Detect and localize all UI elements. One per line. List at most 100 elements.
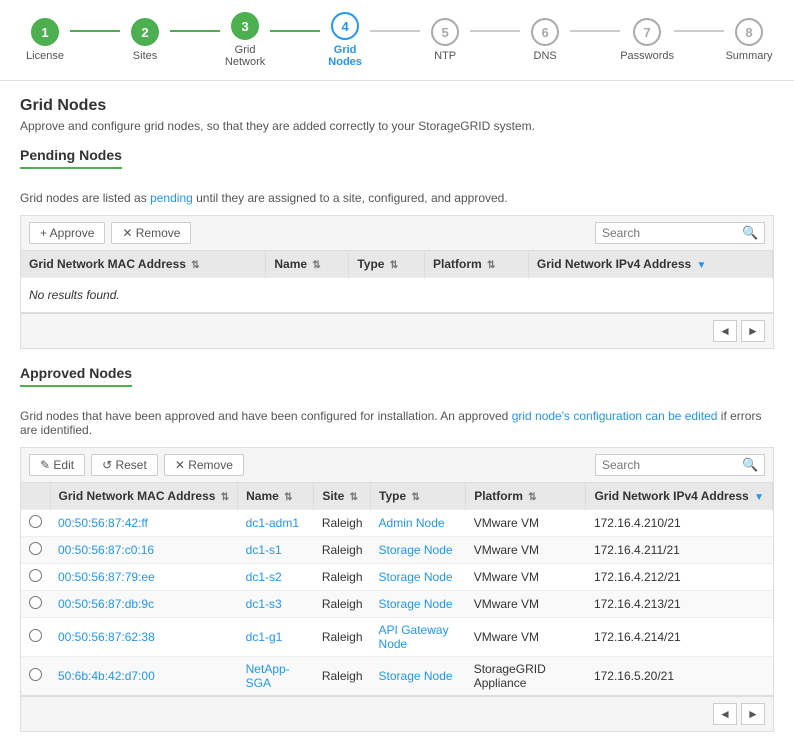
- pending-col-name[interactable]: Name ⇅: [266, 251, 349, 278]
- approved-table-row[interactable]: 00:50:56:87:c0:16 dc1-s1 Raleigh Storage…: [21, 537, 773, 564]
- row-mac-3: 00:50:56:87:db:9c: [50, 591, 238, 618]
- row-ipv4-0: 172.16.4.210/21: [586, 510, 773, 537]
- approved-toolbar-left: ✎ Edit ↺ Reset ✕ Remove: [29, 454, 244, 476]
- pending-col-ipv4[interactable]: Grid Network IPv4 Address ▼: [528, 251, 772, 278]
- pending-prev-btn[interactable]: ◄: [713, 320, 737, 342]
- row-site-2: Raleigh: [314, 564, 371, 591]
- pending-toolbar-left: + Approve ✕ Remove: [29, 222, 191, 244]
- row-type-4: API Gateway Node: [371, 618, 466, 657]
- pending-no-results: No results found.: [21, 278, 773, 313]
- row-type-1: Storage Node: [371, 537, 466, 564]
- approved-table-row[interactable]: 50:6b:4b:42:d7:00 NetApp-SGA Raleigh Sto…: [21, 657, 773, 696]
- step-4-circle: 4: [331, 12, 359, 40]
- pending-col-mac[interactable]: Grid Network MAC Address ⇅: [21, 251, 266, 278]
- connector-3-4: [270, 30, 320, 32]
- pending-search-box[interactable]: 🔍: [595, 222, 765, 244]
- row-ipv4-1: 172.16.4.211/21: [586, 537, 773, 564]
- approve-button[interactable]: + Approve: [29, 222, 105, 244]
- approved-table-header: Grid Network MAC Address ⇅ Name ⇅ Site ⇅…: [21, 483, 773, 510]
- step-2[interactable]: 2 Sites: [120, 18, 170, 62]
- approved-col-platform[interactable]: Platform ⇅: [466, 483, 586, 510]
- approved-table-wrapper: Grid Network MAC Address ⇅ Name ⇅ Site ⇅…: [20, 483, 774, 696]
- pending-info: Grid nodes are listed as pending until t…: [20, 191, 774, 205]
- pending-table-wrapper: Grid Network MAC Address ⇅ Name ⇅ Type ⇅…: [20, 251, 774, 313]
- approved-search-box[interactable]: 🔍: [595, 454, 765, 476]
- step-5-circle: 5: [431, 18, 459, 46]
- approved-pagination: ◄ ►: [20, 696, 774, 732]
- row-radio-4[interactable]: [21, 618, 50, 657]
- approved-remove-button[interactable]: ✕ Remove: [164, 454, 244, 476]
- pending-table-header: Grid Network MAC Address ⇅ Name ⇅ Type ⇅…: [21, 251, 773, 278]
- row-site-4: Raleigh: [314, 618, 371, 657]
- edit-button[interactable]: ✎ Edit: [29, 454, 85, 476]
- row-name-0: dc1-adm1: [238, 510, 314, 537]
- step-4[interactable]: 4 Grid Nodes: [320, 12, 370, 68]
- approved-col-mac[interactable]: Grid Network MAC Address ⇅: [50, 483, 238, 510]
- row-mac-2: 00:50:56:87:79:ee: [50, 564, 238, 591]
- step-3[interactable]: 3 Grid Network: [220, 12, 270, 68]
- step-3-circle: 3: [231, 12, 259, 40]
- step-7[interactable]: 7 Passwords: [620, 18, 674, 62]
- step-2-circle: 2: [131, 18, 159, 46]
- page-description: Approve and configure grid nodes, so tha…: [20, 119, 774, 133]
- row-radio-1[interactable]: [21, 537, 50, 564]
- approved-col-ipv4[interactable]: Grid Network IPv4 Address ▼: [586, 483, 773, 510]
- pending-toolbar: + Approve ✕ Remove 🔍: [20, 215, 774, 251]
- approved-col-site[interactable]: Site ⇅: [314, 483, 371, 510]
- reset-button[interactable]: ↺ Reset: [91, 454, 158, 476]
- pending-section-header: Pending Nodes: [20, 147, 774, 175]
- main-content: Grid Nodes Approve and configure grid no…: [0, 81, 794, 748]
- step-6[interactable]: 6 DNS: [520, 18, 570, 62]
- step-7-label: Passwords: [620, 50, 674, 62]
- step-5[interactable]: 5 NTP: [420, 18, 470, 62]
- connector-2-3: [170, 30, 220, 32]
- approved-table-row[interactable]: 00:50:56:87:db:9c dc1-s3 Raleigh Storage…: [21, 591, 773, 618]
- approved-col-name[interactable]: Name ⇅: [238, 483, 314, 510]
- approved-col-radio: [21, 483, 50, 510]
- approved-prev-btn[interactable]: ◄: [713, 703, 737, 725]
- connector-5-6: [470, 30, 520, 32]
- approved-section-title: Approved Nodes: [20, 365, 132, 387]
- approved-table-row[interactable]: 00:50:56:87:62:38 dc1-g1 Raleigh API Gat…: [21, 618, 773, 657]
- step-1-circle: 1: [31, 18, 59, 46]
- approved-col-type[interactable]: Type ⇅: [371, 483, 466, 510]
- pending-col-type[interactable]: Type ⇅: [349, 251, 425, 278]
- row-ipv4-4: 172.16.4.214/21: [586, 618, 773, 657]
- row-mac-0: 00:50:56:87:42:ff: [50, 510, 238, 537]
- step-5-label: NTP: [434, 50, 456, 62]
- pending-next-btn[interactable]: ►: [741, 320, 765, 342]
- row-mac-4: 00:50:56:87:62:38: [50, 618, 238, 657]
- wizard-steps: 1 License 2 Sites 3 Grid Network 4 Grid …: [0, 0, 794, 81]
- step-8-circle: 8: [735, 18, 763, 46]
- row-ipv4-3: 172.16.4.213/21: [586, 591, 773, 618]
- row-radio-3[interactable]: [21, 591, 50, 618]
- connector-4-5: [370, 30, 420, 32]
- row-type-3: Storage Node: [371, 591, 466, 618]
- row-platform-4: VMware VM: [466, 618, 586, 657]
- pending-col-platform[interactable]: Platform ⇅: [425, 251, 529, 278]
- pending-remove-button[interactable]: ✕ Remove: [111, 222, 191, 244]
- row-type-0: Admin Node: [371, 510, 466, 537]
- row-site-5: Raleigh: [314, 657, 371, 696]
- pending-search-input[interactable]: [602, 226, 742, 240]
- step-4-label: Grid Nodes: [320, 44, 370, 68]
- row-platform-3: VMware VM: [466, 591, 586, 618]
- row-mac-5: 50:6b:4b:42:d7:00: [50, 657, 238, 696]
- row-site-1: Raleigh: [314, 537, 371, 564]
- row-type-2: Storage Node: [371, 564, 466, 591]
- step-1[interactable]: 1 License: [20, 18, 70, 62]
- row-radio-2[interactable]: [21, 564, 50, 591]
- step-8[interactable]: 8 Summary: [724, 18, 774, 62]
- step-3-label: Grid Network: [220, 44, 270, 68]
- approved-next-btn[interactable]: ►: [741, 703, 765, 725]
- approved-toolbar: ✎ Edit ↺ Reset ✕ Remove 🔍: [20, 447, 774, 483]
- approved-table-row[interactable]: 00:50:56:87:79:ee dc1-s2 Raleigh Storage…: [21, 564, 773, 591]
- step-6-label: DNS: [534, 50, 557, 62]
- pending-section-title: Pending Nodes: [20, 147, 122, 169]
- approved-table-row[interactable]: 00:50:56:87:42:ff dc1-adm1 Raleigh Admin…: [21, 510, 773, 537]
- approved-search-input[interactable]: [602, 458, 742, 472]
- row-radio-0[interactable]: [21, 510, 50, 537]
- row-site-3: Raleigh: [314, 591, 371, 618]
- row-radio-5[interactable]: [21, 657, 50, 696]
- row-name-3: dc1-s3: [238, 591, 314, 618]
